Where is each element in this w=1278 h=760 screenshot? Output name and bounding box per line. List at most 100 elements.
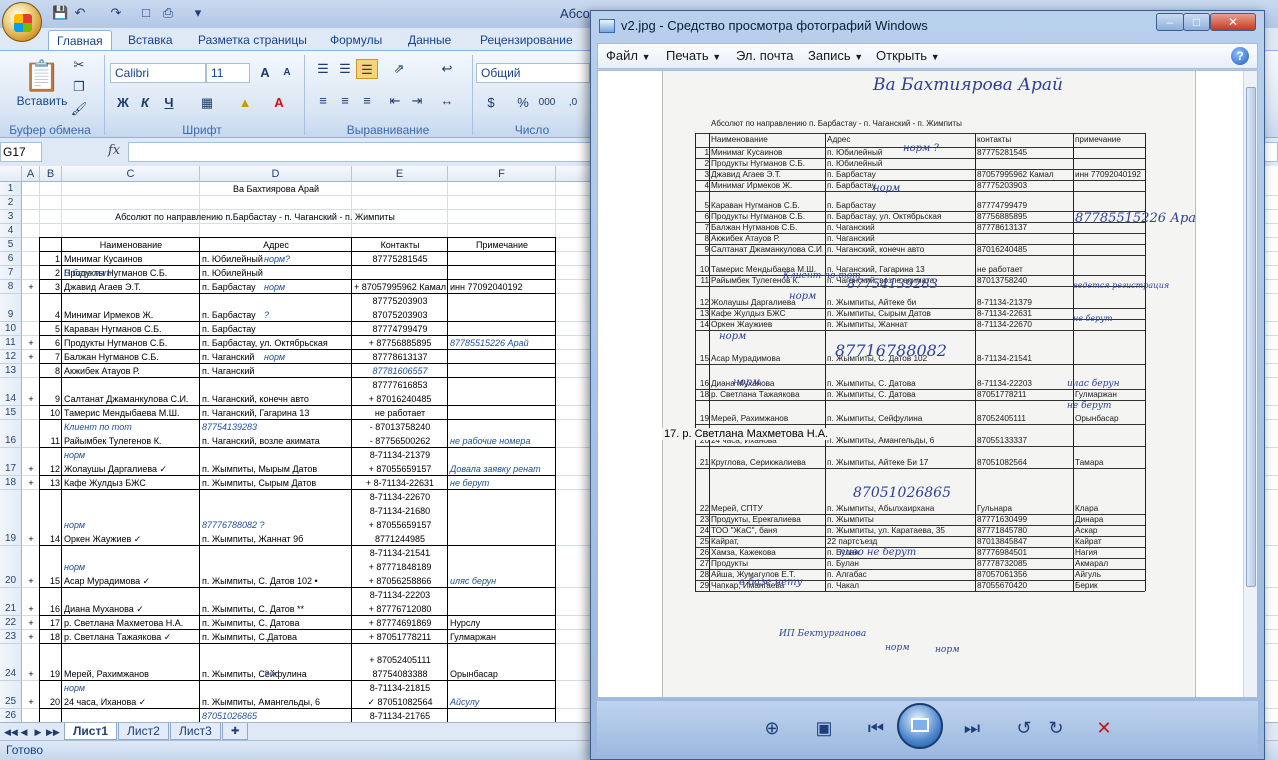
photo-canvas[interactable]: Ва Бахтиярова Арай Абсолют по направлени…: [597, 70, 1258, 698]
align-center-icon[interactable]: ≡: [334, 91, 356, 111]
percent-icon[interactable]: %: [512, 93, 534, 113]
cell-name[interactable]: Джавид Агаев Э.Т.: [62, 280, 200, 294]
cell-flag[interactable]: +: [22, 336, 40, 350]
align-right-icon[interactable]: ≡: [356, 91, 378, 111]
row-header[interactable]: 15: [0, 406, 22, 420]
name-box[interactable]: G17: [0, 142, 42, 162]
sheet-tab-2[interactable]: Лист2: [118, 723, 169, 740]
cell-flag[interactable]: +: [22, 667, 40, 681]
cell-note[interactable]: не рабочие номера: [448, 434, 556, 448]
cell-address[interactable]: п. Чаганский: [200, 364, 352, 378]
save-icon[interactable]: 💾: [52, 5, 68, 21]
row-header[interactable]: 23: [0, 630, 22, 644]
column-header[interactable]: E: [352, 166, 448, 182]
font-color-icon[interactable]: A: [268, 93, 290, 113]
cell-number[interactable]: 14: [40, 532, 62, 546]
row-header[interactable]: 21: [0, 588, 22, 616]
first-sheet-icon[interactable]: ◀◀: [4, 725, 18, 739]
tab-page-layout[interactable]: Разметка страницы: [190, 30, 315, 50]
cell-name[interactable]: 24 часа, Иханова ✓: [62, 695, 200, 709]
cell-contacts[interactable]: не работает: [352, 406, 448, 420]
row-header[interactable]: 18: [0, 476, 22, 490]
cell-contacts[interactable]: 8-71134-21815 ✓ 87051082564: [352, 681, 448, 709]
cell-name[interactable]: Акжибек Атауов Р.: [62, 364, 200, 378]
cell-name[interactable]: р. Светлана Тажаякова ✓: [62, 630, 200, 644]
cell-address-mark[interactable]: ? ×: [262, 667, 352, 681]
cell-address[interactable]: п. Жымпиты, С. Датов 102 •: [200, 574, 352, 588]
cell-note[interactable]: инн 77092040192: [448, 280, 556, 294]
cell-contacts[interactable]: 87775281545: [352, 252, 448, 266]
cell-number[interactable]: 15: [40, 574, 62, 588]
cell-name-note[interactable]: норм: [62, 560, 200, 574]
menu-burn[interactable]: Запись ▼: [808, 48, 863, 63]
header-name[interactable]: Наименование: [62, 238, 200, 252]
row-header[interactable]: 7: [0, 266, 22, 280]
cell-note[interactable]: Довала заявку ренат: [448, 462, 556, 476]
sheet-tab-3[interactable]: Лист3: [170, 723, 221, 740]
quick-print-icon[interactable]: ⎙: [160, 5, 176, 21]
cell-name[interactable]: Жолаушы Даргалиева ✓: [62, 462, 200, 476]
row-header[interactable]: 16: [0, 420, 22, 448]
row-header[interactable]: 1: [0, 182, 22, 196]
cell-address[interactable]: п. Жымпиты, С. Датов **: [200, 602, 352, 616]
cell-address[interactable]: п. Чаганский, возле акимата: [200, 434, 352, 448]
cell-note[interactable]: 87785515226 Арай: [448, 336, 556, 350]
cell-contacts[interactable]: 8-71134-21765: [352, 709, 448, 722]
cell-name[interactable]: Кафе Жулдыз БЖС: [62, 476, 200, 490]
cell-note[interactable]: Айсулу: [448, 695, 556, 709]
previous-icon[interactable]: ⏮: [861, 713, 891, 743]
row-header[interactable]: 26: [0, 709, 22, 722]
cell-contacts[interactable]: 8-71134-21379 + 87055659157: [352, 448, 448, 476]
row-header[interactable]: 6: [0, 252, 22, 266]
cell-name[interactable]: Минимаг Ирмеков Ж.: [62, 308, 200, 322]
cell-address[interactable]: п. Жымпиты, С.Датова: [200, 630, 352, 644]
slideshow-button[interactable]: [897, 703, 943, 749]
tab-data[interactable]: Данные: [400, 30, 459, 50]
undo-icon[interactable]: ↶: [72, 5, 88, 21]
cell-contacts[interactable]: 87775203903 87075203903: [352, 294, 448, 322]
cell-flag[interactable]: +: [22, 630, 40, 644]
font-size-select[interactable]: 11: [206, 63, 250, 83]
tab-insert[interactable]: Вставка: [120, 30, 181, 50]
rotate-right-icon[interactable]: ↻: [1041, 713, 1071, 743]
column-header[interactable]: B: [40, 166, 62, 182]
row-header[interactable]: 25: [0, 681, 22, 709]
row-header[interactable]: 8: [0, 280, 22, 294]
grow-font-icon[interactable]: A: [254, 63, 276, 83]
select-all-corner[interactable]: [0, 166, 22, 182]
cell-number[interactable]: 13: [40, 476, 62, 490]
column-header[interactable]: F: [448, 166, 556, 182]
cell-flag[interactable]: +: [22, 280, 40, 294]
cell-address-note[interactable]: 87776788082 ?: [200, 518, 352, 532]
cell-contacts[interactable]: 87777616853 + 87016240485: [352, 378, 448, 406]
cell-address-note[interactable]: 87754139283: [200, 420, 352, 434]
cell-contacts[interactable]: 8-71134-22203 + 87776712080: [352, 588, 448, 616]
wrap-text-icon[interactable]: ↩: [436, 59, 458, 79]
minimize-button[interactable]: –: [1156, 13, 1184, 31]
cell-address[interactable]: п. Жымпиты, Жаннат 9б: [200, 532, 352, 546]
menu-print[interactable]: Печать ▼: [666, 48, 721, 63]
cell-flag[interactable]: +: [22, 532, 40, 546]
cell-name[interactable]: Оркен Жаужиев ✓: [62, 532, 200, 546]
align-middle-icon[interactable]: ☰: [334, 59, 356, 79]
cell-contacts[interactable]: 8-71134-21541 + 87771848189 + 8705625886…: [352, 546, 448, 588]
cell-number[interactable]: 18: [40, 630, 62, 644]
merge-center-icon[interactable]: ↔: [436, 91, 458, 111]
row-header[interactable]: 5: [0, 238, 22, 252]
cell-name[interactable]: Диана Муханова ✓: [62, 602, 200, 616]
cell-number[interactable]: 19: [40, 667, 62, 681]
help-icon[interactable]: ?: [1231, 47, 1249, 65]
qat-customize-icon[interactable]: ▾: [190, 5, 206, 21]
orientation-icon[interactable]: ⇗: [388, 59, 410, 79]
sheet-tab-1[interactable]: Лист1: [64, 723, 118, 740]
number-format-select[interactable]: Общий: [476, 63, 590, 83]
row-header[interactable]: 10: [0, 322, 22, 336]
prev-sheet-icon[interactable]: ◀: [18, 725, 30, 739]
office-button[interactable]: [2, 2, 42, 42]
cell-number[interactable]: 4: [40, 308, 62, 322]
row-header[interactable]: 12: [0, 350, 22, 364]
cell-number[interactable]: 6: [40, 336, 62, 350]
route-title-cell[interactable]: Абсолют по направлению п.Барбастау - п. …: [62, 210, 448, 224]
tab-review[interactable]: Рецензирование: [472, 30, 581, 50]
row-header[interactable]: 3: [0, 210, 22, 224]
